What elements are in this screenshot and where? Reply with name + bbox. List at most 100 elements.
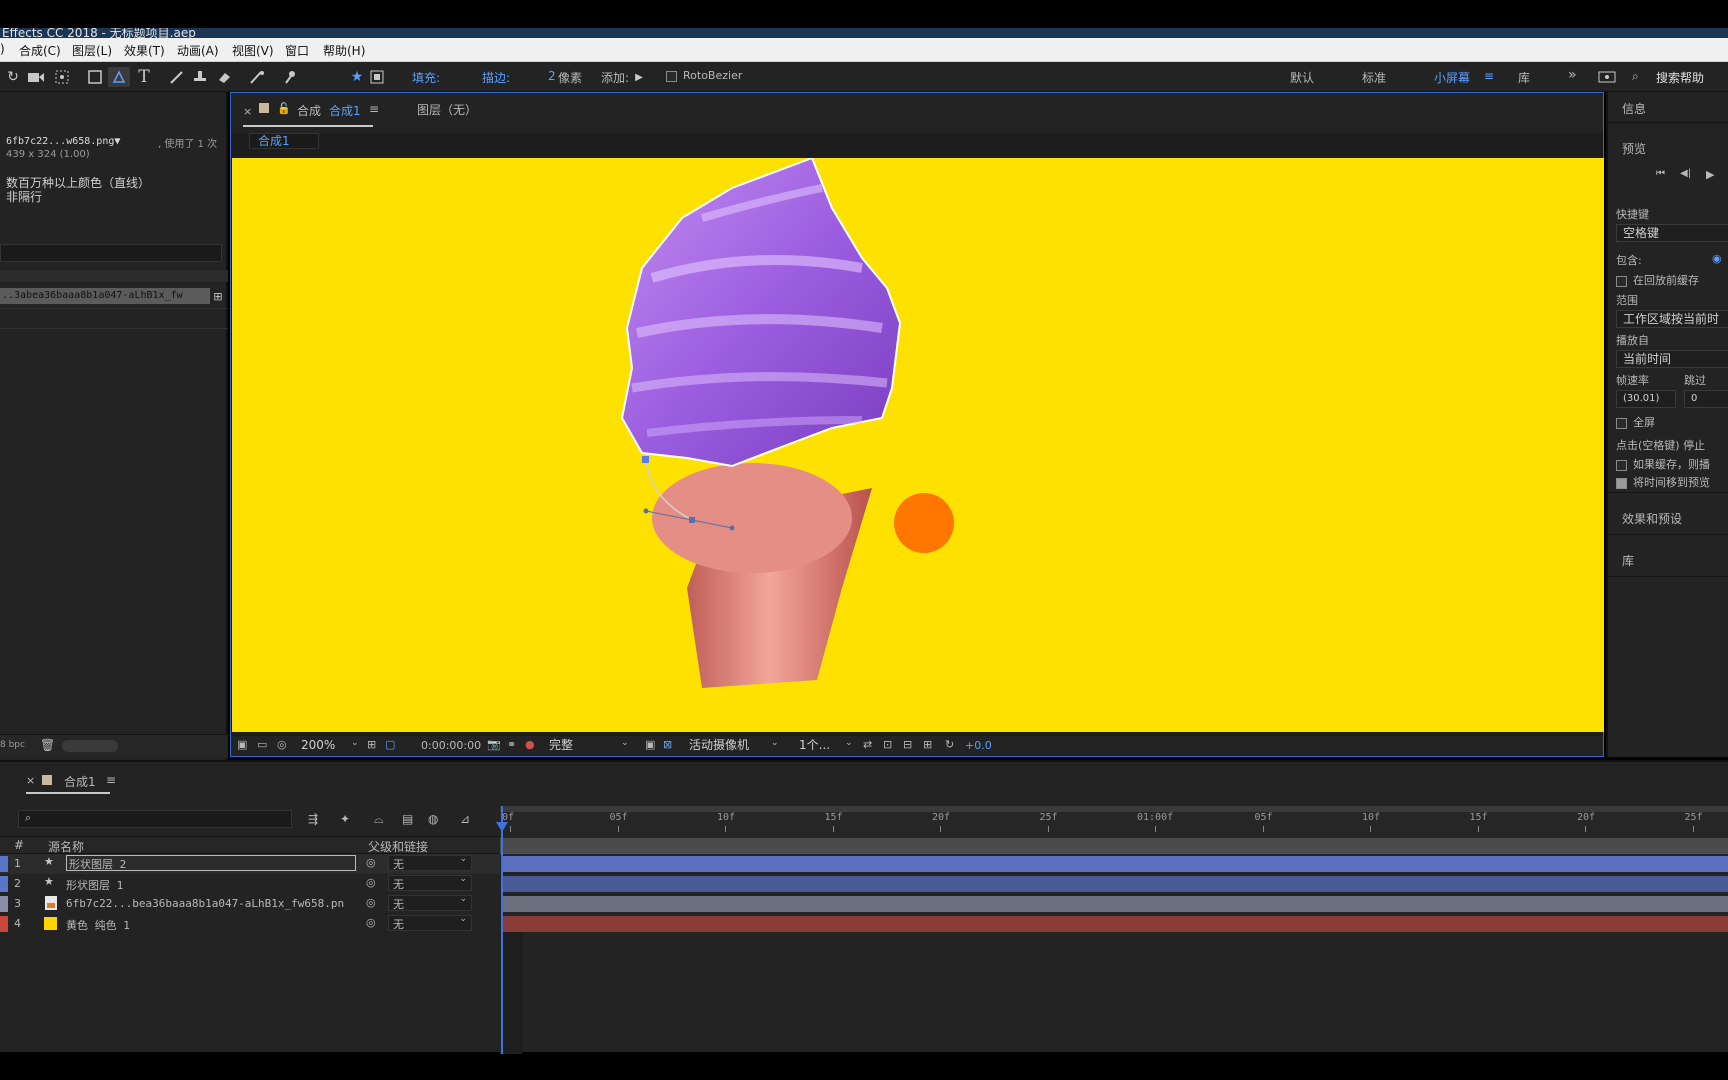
layer-row[interactable]: 2 ★ 形状图层 1 ◎ 无 ⌄ [0,874,500,894]
layer-row[interactable]: 4 黄色 纯色 1 ◎ 无 ⌄ [0,914,500,934]
project-item-selected[interactable]: ..3abea36baaa8b1a047-aLhB1x_fw [0,288,210,304]
trash-icon[interactable]: 🗑 [40,738,55,752]
zoom-dropdown[interactable]: 200% [295,737,351,755]
fast-preview-icon[interactable]: ⊡ [883,738,892,751]
brush-tool-icon[interactable] [166,67,186,87]
fullscreen-checkbox[interactable]: 全屏 [1616,414,1655,430]
clone-stamp-tool-icon[interactable] [190,67,210,87]
column-source-name[interactable]: 源名称 [48,838,84,855]
safe-zones-icon[interactable]: ▢ [385,738,395,751]
lock-icon[interactable]: 🔓 [277,102,291,115]
skip-dropdown[interactable]: 0 [1684,390,1728,408]
motion-blur-icon[interactable]: ◍ [428,812,438,826]
cache-before-play-checkbox[interactable]: 在回放前缓存 [1616,272,1699,288]
resolution-dropdown[interactable]: 完整 [543,737,615,755]
info-panel-title[interactable]: 信息 [1622,100,1646,117]
pen-tool-icon[interactable] [108,67,130,87]
parent-dropdown[interactable]: 无 ⌄ [388,874,472,891]
layer-search-input[interactable]: ⌕ [18,810,292,828]
preview-panel-title[interactable]: 预览 [1622,140,1646,157]
layer-duration-bar[interactable] [502,896,1728,912]
channel-icon[interactable]: ● [525,738,535,751]
comp-tab-name[interactable]: 合成1 [329,102,361,119]
library-panel-title[interactable]: 库 [1622,552,1634,569]
mask-toggle-icon[interactable] [368,67,386,87]
menu-layer[interactable]: 图层(L) [72,42,112,59]
display-icon[interactable]: ▭ [257,738,267,751]
layer-label-color[interactable] [0,916,8,932]
pickwhip-icon[interactable]: ◎ [366,856,376,869]
layer-viewer-tab[interactable]: 图层（无） [417,101,477,118]
first-frame-icon[interactable]: ⏮ [1656,168,1665,179]
stroke-width-value[interactable]: 2 [548,69,556,83]
search-help-input[interactable]: 搜索帮助 [1656,69,1704,86]
pickwhip-icon[interactable]: ◎ [366,916,376,929]
include-video-icon[interactable]: ◉ [1712,252,1722,265]
camera-tool-icon[interactable] [26,67,46,87]
play-from-dropdown[interactable]: 当前时间 [1616,350,1728,368]
layer-name[interactable]: 6fb7c22...bea36baaa8b1a047-aLhB1x_fw658.… [66,897,356,910]
timeline-tab-name[interactable]: 合成1 [64,773,96,790]
workspace-standard[interactable]: 标准 [1362,69,1386,86]
layer-label-color[interactable] [0,876,8,892]
parent-dropdown[interactable]: 无 ⌄ [388,894,472,911]
eraser-tool-icon[interactable] [214,67,234,87]
frame-rate-dropdown[interactable]: (30.01) [1616,390,1676,408]
puppet-pin-tool-icon[interactable] [280,67,300,87]
column-parent[interactable]: 父级和链接 [368,838,428,855]
draft-3d-icon[interactable]: ✦ [340,812,350,826]
comp-tab-label[interactable]: 合成 [297,102,321,119]
project-search-input[interactable] [0,244,222,262]
if-cache-checkbox[interactable]: 如果缓存，则播 [1616,456,1710,472]
transparency-grid-icon[interactable]: ⊠ [663,738,672,751]
timeline-menu-icon[interactable]: ≡ [106,773,116,787]
effects-presets-panel-title[interactable]: 效果和预设 [1622,510,1682,527]
move-time-checkbox[interactable]: 将时间移到预览 [1616,474,1710,490]
roi-icon[interactable]: ▣ [645,738,655,751]
layer-duration-bar[interactable] [502,856,1728,872]
parent-dropdown[interactable]: 无 ⌄ [388,854,472,871]
flowchart-icon[interactable]: ⊞ [210,286,226,306]
rotobezier-checkbox[interactable] [666,69,683,83]
frame-blending-icon[interactable]: ▤ [402,812,413,826]
menu-composition[interactable]: 合成(C) [19,42,61,59]
time-ruler[interactable]: 0f 05f 10f 15f 20f 25f 01:00f 05f 10f 15f 20f 25f [500,806,1728,838]
menu-help[interactable]: 帮助(H) [323,42,365,59]
thumbnail-size-slider[interactable] [62,740,118,752]
rotate-tool-icon[interactable]: ↻ [4,67,22,87]
comp-breadcrumb[interactable]: 合成1 [249,133,319,149]
playhead[interactable] [501,806,503,1054]
range-dropdown[interactable]: 工作区域按当前时 [1616,310,1728,328]
show-snapshot-icon[interactable]: ⚭ [507,738,516,751]
layer-name[interactable]: 形状图层 2 [66,855,356,871]
previous-frame-icon[interactable]: ◀| [1680,168,1691,179]
layer-duration-bar[interactable] [502,876,1728,892]
workspace-menu-icon[interactable]: ≡ [1484,69,1494,83]
menu-view[interactable]: 视图(V) [232,42,274,59]
menu-effect[interactable]: 效果(T) [124,42,165,59]
rectangle-tool-icon[interactable] [84,67,106,87]
always-preview-icon[interactable]: ▣ [237,738,247,751]
close-timeline-tab-icon[interactable]: × [26,774,35,787]
layer-label-color[interactable] [0,856,8,872]
views-dropdown[interactable]: 1个... [793,737,849,755]
layer-name[interactable]: 形状图层 1 [66,877,356,893]
toggle-pixel-icon[interactable]: ⇄ [863,738,872,751]
snapshot-icon[interactable]: 📷 [487,738,501,751]
reset-exposure-icon[interactable]: ↻ [945,738,954,751]
menu-animation[interactable]: 动画(A) [177,42,219,59]
graph-editor-icon[interactable]: ⊿ [460,812,470,826]
footage-filename[interactable]: 6fb7c22...w658.png▼ [6,136,120,147]
play-icon[interactable]: ▶ [1706,168,1714,181]
stroke-label[interactable]: 描边: [482,69,510,86]
exposure-value[interactable]: +0.0 [965,739,992,752]
menu-window[interactable]: 窗口 [285,42,309,59]
flowchart-icon[interactable]: ⊞ [923,738,932,751]
layer-label-color[interactable] [0,896,8,912]
timeline-icon[interactable]: ⊟ [903,738,912,751]
shy-layers-icon[interactable]: ⌓ [374,812,384,827]
playhead-handle[interactable] [496,822,508,832]
fill-label[interactable]: 填充: [412,69,440,86]
workspace-small-screen[interactable]: 小屏幕 [1434,69,1470,86]
workspace-default[interactable]: 默认 [1290,69,1314,86]
